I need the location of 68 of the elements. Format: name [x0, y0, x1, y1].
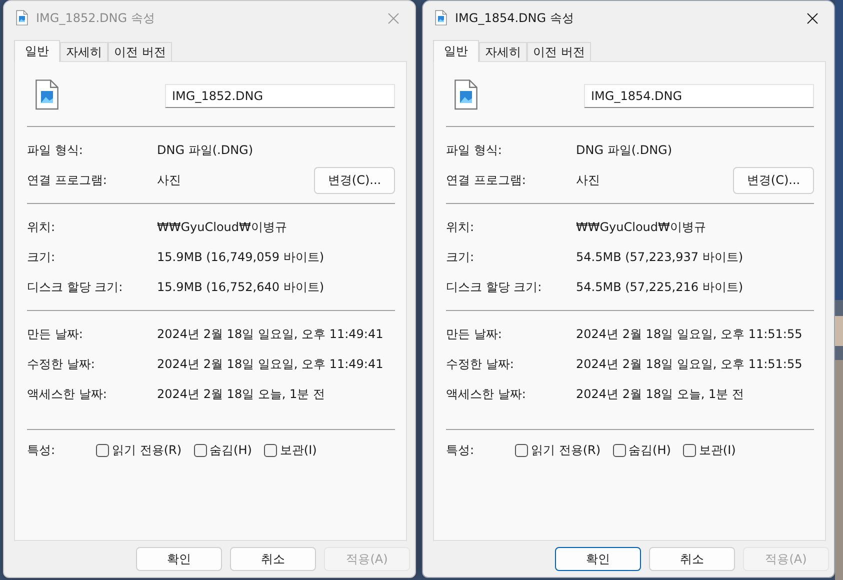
property-value: ₩₩GyuCloud₩이병규 — [576, 218, 707, 236]
property-label: 크기: — [446, 248, 476, 266]
property-label: 액세스한 날짜: — [27, 386, 108, 402]
checkbox-label: 읽기 전용(R) — [531, 442, 601, 458]
checkbox-label: 읽기 전용(R) — [112, 442, 182, 458]
property-value: 2024년 2월 18일 일요일, 오후 11:49:41 — [157, 356, 384, 372]
property-value: 사진 — [576, 172, 601, 188]
dialog-button[interactable]: 취소 — [649, 547, 735, 571]
property-value: 2024년 2월 18일 오늘, 1분 전 — [157, 386, 326, 402]
property-label: 크기: — [27, 248, 56, 266]
attribute-checkbox[interactable]: 보관(I) — [682, 442, 736, 458]
tab[interactable]: 자세히 — [60, 42, 108, 61]
change-button[interactable]: 변경(C)... — [733, 166, 814, 194]
property-label: 만든 날짜: — [27, 326, 84, 342]
checkbox-label: 보관(I) — [698, 442, 736, 458]
property-label: 위치: — [446, 218, 476, 236]
property-label: 파일 형식: — [27, 142, 84, 158]
property-value: 2024년 2월 18일 일요일, 오후 11:49:41 — [157, 326, 384, 342]
attribute-checkbox[interactable]: 숨김(H) — [194, 442, 252, 458]
file-icon — [435, 10, 447, 26]
window-title: IMG_1854.DNG 속성 — [455, 10, 575, 26]
checkbox-label: 숨김(H) — [628, 442, 671, 458]
tab[interactable]: 일반 — [14, 40, 60, 62]
property-value: DNG 파일(.DNG) — [157, 142, 254, 158]
checkbox-label: 숨김(H) — [210, 442, 252, 458]
property-value: 사진 — [157, 172, 182, 188]
attribute-checkbox[interactable]: 보관(I) — [264, 442, 317, 458]
image-file-icon — [35, 78, 59, 110]
property-label: 연결 프로그램: — [446, 172, 527, 188]
property-value: 54.5MB (57,225,216 바이트) — [576, 278, 744, 296]
dialog-button[interactable]: 확인 — [136, 547, 222, 571]
property-value: ₩₩GyuCloud₩이병규 — [157, 218, 288, 236]
property-label: 만든 날짜: — [446, 326, 503, 342]
property-label: 디스크 할당 크기: — [27, 278, 124, 296]
change-button[interactable]: 변경(C)... — [314, 166, 395, 194]
property-value: 2024년 2월 18일 일요일, 오후 11:51:55 — [576, 326, 804, 342]
property-label: 파일 형식: — [446, 142, 503, 158]
attributes-label: 특성: — [27, 442, 56, 458]
attribute-checkbox[interactable]: 숨김(H) — [612, 442, 671, 458]
property-label: 수정한 날짜: — [27, 356, 96, 372]
property-value: 54.5MB (57,223,937 바이트) — [576, 248, 744, 266]
property-label: 위치: — [27, 218, 56, 236]
property-value: 15.9MB (16,752,640 바이트) — [157, 278, 326, 296]
property-label: 수정한 날짜: — [446, 356, 515, 372]
dialog-button[interactable]: 확인 — [555, 547, 641, 571]
property-label: 디스크 할당 크기: — [446, 278, 543, 296]
attribute-checkbox[interactable]: 읽기 전용(R) — [96, 442, 182, 458]
window-title: IMG_1852.DNG 속성 — [36, 10, 156, 26]
dialog-button[interactable]: 취소 — [230, 547, 316, 571]
file-icon — [16, 10, 28, 26]
filename-field[interactable]: IMG_1854.DNG — [584, 84, 814, 108]
property-value: 15.9MB (16,749,059 바이트) — [157, 248, 326, 266]
attribute-checkbox[interactable]: 읽기 전용(R) — [515, 442, 601, 458]
property-value: 2024년 2월 18일 오늘, 1분 전 — [576, 386, 745, 402]
close-icon — [388, 12, 398, 24]
property-label: 연결 프로그램: — [27, 172, 108, 188]
filename-field[interactable]: IMG_1852.DNG — [165, 84, 395, 108]
property-value: DNG 파일(.DNG) — [576, 142, 674, 158]
tab[interactable]: 일반 — [433, 40, 479, 62]
tab[interactable]: 자세히 — [479, 42, 527, 61]
tab[interactable]: 이전 버전 — [108, 42, 172, 61]
checkbox-label: 보관(I) — [280, 442, 317, 458]
close-icon — [806, 12, 818, 24]
property-label: 액세스한 날짜: — [446, 386, 527, 402]
property-value: 2024년 2월 18일 일요일, 오후 11:51:55 — [576, 356, 804, 372]
tab[interactable]: 이전 버전 — [527, 42, 591, 61]
image-file-icon — [454, 78, 478, 110]
attributes-label: 특성: — [446, 442, 476, 458]
